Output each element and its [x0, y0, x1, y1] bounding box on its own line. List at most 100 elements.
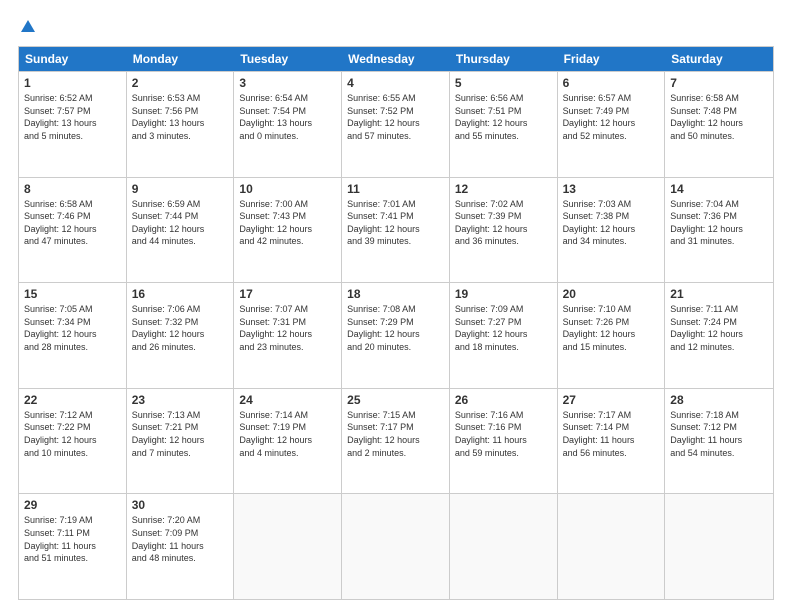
- day-info: Sunrise: 7:10 AM Sunset: 7:26 PM Dayligh…: [563, 303, 660, 353]
- day-number: 6: [563, 76, 660, 90]
- day-info: Sunrise: 7:20 AM Sunset: 7:09 PM Dayligh…: [132, 514, 229, 564]
- calendar-body: 1Sunrise: 6:52 AM Sunset: 7:57 PM Daylig…: [19, 71, 773, 599]
- calendar-cell: 9 Sunrise: 6:59 AM Sunset: 7:44 PM Daylig…: [127, 178, 235, 283]
- day-number: 24: [239, 393, 336, 407]
- day-info: Sunrise: 6:59 AM Sunset: 7:44 PM Dayligh…: [132, 198, 229, 248]
- day-number: 28: [670, 393, 768, 407]
- day-info: Sunrise: 7:06 AM Sunset: 7:32 PM Dayligh…: [132, 303, 229, 353]
- calendar-row-5: 29 Sunrise: 7:19 AM Sunset: 7:11 PM Dayli…: [19, 493, 773, 599]
- calendar-cell: 23Sunrise: 7:13 AM Sunset: 7:21 PM Dayli…: [127, 389, 235, 494]
- calendar-row-4: 22 Sunrise: 7:12 AM Sunset: 7:22 PM Dayli…: [19, 388, 773, 494]
- calendar-cell: 3 Sunrise: 6:54 AM Sunset: 7:54 PM Daylig…: [234, 72, 342, 177]
- calendar-cell: 12 Sunrise: 7:02 AM Sunset: 7:39 PM Dayli…: [450, 178, 558, 283]
- day-number: 25: [347, 393, 444, 407]
- day-info: Sunrise: 7:01 AM Sunset: 7:41 PM Dayligh…: [347, 198, 444, 248]
- day-number: 21: [670, 287, 768, 301]
- calendar-cell: 20 Sunrise: 7:10 AM Sunset: 7:26 PM Dayli…: [558, 283, 666, 388]
- day-number: 7: [670, 76, 768, 90]
- day-info: Sunrise: 7:08 AM Sunset: 7:29 PM Dayligh…: [347, 303, 444, 353]
- day-info: Sunrise: 7:11 AM Sunset: 7:24 PM Dayligh…: [670, 303, 768, 353]
- header-day-sunday: Sunday: [19, 47, 127, 71]
- calendar-cell: 19Sunrise: 7:09 AM Sunset: 7:27 PM Dayli…: [450, 283, 558, 388]
- day-number: 4: [347, 76, 444, 90]
- day-info: Sunrise: 6:54 AM Sunset: 7:54 PM Dayligh…: [239, 92, 336, 142]
- calendar-cell: 1Sunrise: 6:52 AM Sunset: 7:57 PM Daylig…: [19, 72, 127, 177]
- day-number: 2: [132, 76, 229, 90]
- calendar-cell: 16Sunrise: 7:06 AM Sunset: 7:32 PM Dayli…: [127, 283, 235, 388]
- day-info: Sunrise: 6:58 AM Sunset: 7:46 PM Dayligh…: [24, 198, 121, 248]
- day-number: 23: [132, 393, 229, 407]
- day-number: 22: [24, 393, 121, 407]
- day-number: 11: [347, 182, 444, 196]
- calendar-cell: 26 Sunrise: 7:16 AM Sunset: 7:16 PM Dayli…: [450, 389, 558, 494]
- day-number: 8: [24, 182, 121, 196]
- day-number: 29: [24, 498, 121, 512]
- day-number: 27: [563, 393, 660, 407]
- day-number: 20: [563, 287, 660, 301]
- day-number: 5: [455, 76, 552, 90]
- calendar: SundayMondayTuesdayWednesdayThursdayFrid…: [18, 46, 774, 600]
- logo-icon: [19, 18, 37, 36]
- calendar-cell: 27 Sunrise: 7:17 AM Sunset: 7:14 PM Dayli…: [558, 389, 666, 494]
- calendar-row-3: 15Sunrise: 7:05 AM Sunset: 7:34 PM Dayli…: [19, 282, 773, 388]
- calendar-cell: 24Sunrise: 7:14 AM Sunset: 7:19 PM Dayli…: [234, 389, 342, 494]
- calendar-cell: [234, 494, 342, 599]
- day-info: Sunrise: 7:12 AM Sunset: 7:22 PM Dayligh…: [24, 409, 121, 459]
- calendar-cell: 14 Sunrise: 7:04 AM Sunset: 7:36 PM Dayli…: [665, 178, 773, 283]
- calendar-cell: 4 Sunrise: 6:55 AM Sunset: 7:52 PM Daylig…: [342, 72, 450, 177]
- day-info: Sunrise: 7:04 AM Sunset: 7:36 PM Dayligh…: [670, 198, 768, 248]
- day-number: 30: [132, 498, 229, 512]
- calendar-cell: [450, 494, 558, 599]
- header-day-friday: Friday: [558, 47, 666, 71]
- calendar-cell: 6 Sunrise: 6:57 AM Sunset: 7:49 PM Daylig…: [558, 72, 666, 177]
- day-number: 14: [670, 182, 768, 196]
- calendar-cell: 5 Sunrise: 6:56 AM Sunset: 7:51 PM Daylig…: [450, 72, 558, 177]
- day-info: Sunrise: 6:55 AM Sunset: 7:52 PM Dayligh…: [347, 92, 444, 142]
- calendar-cell: 22 Sunrise: 7:12 AM Sunset: 7:22 PM Dayli…: [19, 389, 127, 494]
- calendar-cell: [665, 494, 773, 599]
- calendar-row-1: 1Sunrise: 6:52 AM Sunset: 7:57 PM Daylig…: [19, 71, 773, 177]
- day-info: Sunrise: 7:00 AM Sunset: 7:43 PM Dayligh…: [239, 198, 336, 248]
- calendar-cell: 25 Sunrise: 7:15 AM Sunset: 7:17 PM Dayli…: [342, 389, 450, 494]
- header-day-thursday: Thursday: [450, 47, 558, 71]
- calendar-cell: 13 Sunrise: 7:03 AM Sunset: 7:38 PM Dayli…: [558, 178, 666, 283]
- calendar-cell: 8 Sunrise: 6:58 AM Sunset: 7:46 PM Daylig…: [19, 178, 127, 283]
- calendar-cell: 29 Sunrise: 7:19 AM Sunset: 7:11 PM Dayli…: [19, 494, 127, 599]
- header-day-monday: Monday: [127, 47, 235, 71]
- calendar-cell: 28 Sunrise: 7:18 AM Sunset: 7:12 PM Dayli…: [665, 389, 773, 494]
- calendar-cell: 11 Sunrise: 7:01 AM Sunset: 7:41 PM Dayli…: [342, 178, 450, 283]
- calendar-cell: 30 Sunrise: 7:20 AM Sunset: 7:09 PM Dayli…: [127, 494, 235, 599]
- day-info: Sunrise: 6:57 AM Sunset: 7:49 PM Dayligh…: [563, 92, 660, 142]
- day-info: Sunrise: 7:19 AM Sunset: 7:11 PM Dayligh…: [24, 514, 121, 564]
- day-info: Sunrise: 7:18 AM Sunset: 7:12 PM Dayligh…: [670, 409, 768, 459]
- day-info: Sunrise: 6:58 AM Sunset: 7:48 PM Dayligh…: [670, 92, 768, 142]
- calendar-cell: [558, 494, 666, 599]
- day-number: 3: [239, 76, 336, 90]
- day-info: Sunrise: 7:15 AM Sunset: 7:17 PM Dayligh…: [347, 409, 444, 459]
- calendar-cell: 18 Sunrise: 7:08 AM Sunset: 7:29 PM Dayli…: [342, 283, 450, 388]
- header: [18, 18, 774, 36]
- logo-text: [18, 18, 38, 36]
- calendar-cell: 17 Sunrise: 7:07 AM Sunset: 7:31 PM Dayli…: [234, 283, 342, 388]
- day-number: 1: [24, 76, 121, 90]
- calendar-row-2: 8 Sunrise: 6:58 AM Sunset: 7:46 PM Daylig…: [19, 177, 773, 283]
- day-info: Sunrise: 7:02 AM Sunset: 7:39 PM Dayligh…: [455, 198, 552, 248]
- day-number: 17: [239, 287, 336, 301]
- day-number: 26: [455, 393, 552, 407]
- day-number: 13: [563, 182, 660, 196]
- day-info: Sunrise: 7:17 AM Sunset: 7:14 PM Dayligh…: [563, 409, 660, 459]
- day-info: Sunrise: 6:56 AM Sunset: 7:51 PM Dayligh…: [455, 92, 552, 142]
- day-info: Sunrise: 7:07 AM Sunset: 7:31 PM Dayligh…: [239, 303, 336, 353]
- calendar-cell: 7 Sunrise: 6:58 AM Sunset: 7:48 PM Daylig…: [665, 72, 773, 177]
- day-info: Sunrise: 7:16 AM Sunset: 7:16 PM Dayligh…: [455, 409, 552, 459]
- header-day-saturday: Saturday: [665, 47, 773, 71]
- day-number: 12: [455, 182, 552, 196]
- day-number: 18: [347, 287, 444, 301]
- day-info: Sunrise: 7:03 AM Sunset: 7:38 PM Dayligh…: [563, 198, 660, 248]
- day-number: 19: [455, 287, 552, 301]
- calendar-cell: 2Sunrise: 6:53 AM Sunset: 7:56 PM Daylig…: [127, 72, 235, 177]
- day-info: Sunrise: 7:05 AM Sunset: 7:34 PM Dayligh…: [24, 303, 121, 353]
- day-number: 9: [132, 182, 229, 196]
- calendar-cell: 21 Sunrise: 7:11 AM Sunset: 7:24 PM Dayli…: [665, 283, 773, 388]
- header-day-wednesday: Wednesday: [342, 47, 450, 71]
